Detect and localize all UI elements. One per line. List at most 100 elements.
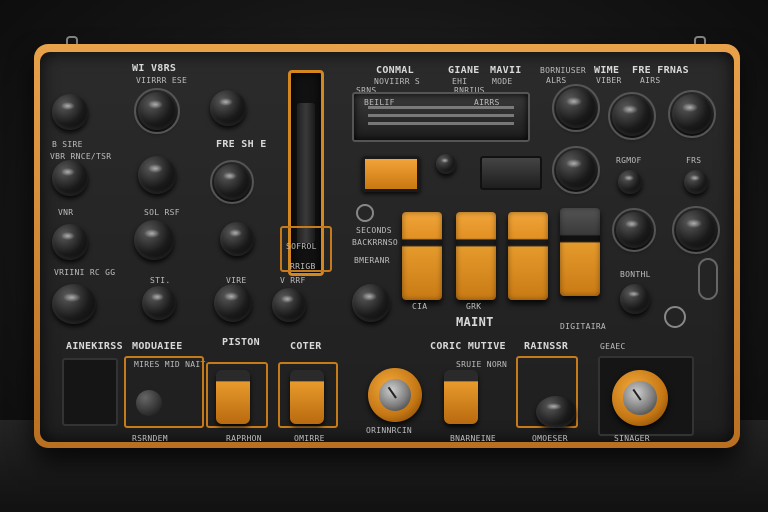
label-tl-1: WI V8RS [132,63,177,74]
knob-left-r4c4[interactable] [272,288,306,322]
label-foot-6: SINAGER [614,434,650,443]
knob-left-r3c3[interactable] [220,222,254,256]
label-bottom-2: MODUAIEE [132,341,183,352]
label-left-7: STI. [150,276,171,285]
label-pad-1: CIA [412,302,428,311]
label-top-r1: BORNIUSER [540,66,587,75]
label-bottom-6: RAINSSR [524,341,569,352]
label-left-6: VRIINI RC GG [54,268,116,277]
knob-mid-right-1[interactable] [552,146,600,194]
label-mid-l1: SECONDS [356,226,392,235]
label-pad-3: DIGITAIRA [560,322,607,331]
label-right-1: RGMOF [616,156,642,165]
knob-left-r3c1[interactable] [52,224,88,260]
label-left-3: VNR [58,208,74,217]
label-col-4: EHI [452,77,468,86]
label-pad-2: GRK [466,302,482,311]
label-tl-2: VIIRRR ESE [136,76,188,85]
label-bottom-5: CORIC MUTIVE [430,341,506,352]
label-foot-1: RSRNDEM [132,434,168,443]
label-bottom-7: GEAEC [600,342,626,351]
label-mid-1: FRE SH E [216,139,267,150]
display-line [368,122,514,125]
slider-module-4[interactable] [290,370,324,424]
bottom-module-1 [62,358,118,426]
label-bottom-3: PISTON [222,337,260,348]
knob-small-right-1[interactable] [618,170,642,194]
knob-left-r2c2[interactable] [138,156,176,194]
display-screen: BEILIF AIRRS [352,92,530,142]
label-col-6: MODE [492,77,513,86]
pad-1[interactable] [402,212,442,300]
label-right-2: FRS [686,156,702,165]
knob-right-3[interactable] [612,208,656,252]
pad-2[interactable] [456,212,496,300]
label-main-center: MAINT [456,315,494,329]
label-foot-2: RAPRHON [226,434,262,443]
label-fader-1: SOFROL [286,242,317,251]
label-bottom-1: AINEKIRSS [66,341,123,352]
label-bottom-sub2: SRUIE NORN [456,360,508,369]
bottom-module-2-frame [124,356,204,428]
slider-module-5[interactable] [444,370,478,424]
label-foot-7: ORINNRCIN [366,426,413,435]
knob-left-r1c1[interactable] [52,94,88,130]
orange-knob-right[interactable] [612,370,668,426]
label-col-3: GIANE [448,65,480,76]
label-right-3: BONTHL [620,270,651,279]
display-text-right: AIRRS [474,98,500,107]
display-line [368,114,514,117]
knob-left-r1c2[interactable] [134,88,180,134]
orange-knob-right-cap [623,381,657,415]
knob-left-r1c3[interactable] [210,90,246,126]
knob-mid-lower[interactable] [352,284,390,322]
label-foot-3: OMIRRE [294,434,325,443]
label-left-8: VIRE [226,276,247,285]
display-text-left: BEILIF [364,98,395,107]
label-left-4: SOL RSF [144,208,180,217]
knob-left-r3c2[interactable] [134,220,174,260]
knob-small-center[interactable] [436,154,456,174]
slider-module-3[interactable] [216,370,250,424]
label-mid-l3: BMERANR [354,256,390,265]
main-fader-handle[interactable] [297,103,315,243]
label-left-1: B SIRE [52,140,83,149]
label-top-r6: AIRS [640,76,661,85]
label-left-2: VBR RNCE/TSR [50,152,112,161]
dark-select-button[interactable] [480,156,542,190]
knob-module-6[interactable] [536,396,576,428]
label-top-r5: FRE FRNAS [632,65,689,76]
jack-mid-1[interactable] [356,204,374,222]
orange-select-button[interactable] [362,156,420,192]
knob-left-r4c3[interactable] [214,284,252,322]
knob-left-r2c3[interactable] [210,160,254,204]
label-foot-5: OMOESER [532,434,568,443]
knob-left-r4c2[interactable] [142,286,176,320]
label-col-5: MAVII [490,65,522,76]
cable-loop [698,258,718,300]
label-foot-4: BNARNEINE [450,434,497,443]
label-bottom-4: COTER [290,341,322,352]
pad-4[interactable] [560,208,600,296]
knob-left-r2c1[interactable] [52,160,88,196]
knob-right-4[interactable] [672,206,720,254]
label-top-r2: ALRS [546,76,567,85]
knob-right-5[interactable] [620,284,650,314]
label-col-1: CONMAL [376,65,414,76]
orange-knob-left[interactable] [368,368,422,422]
label-top-r4: VIBER [596,76,622,85]
label-fader-2: RRIGB [290,262,316,271]
label-top-r3: WIME [594,65,620,76]
toggle-module-2[interactable] [136,390,162,416]
knob-small-right-2[interactable] [684,170,708,194]
label-left-9: V RRF [280,276,306,285]
pad-3[interactable] [508,212,548,300]
label-col-2: NOVIIRR S [374,77,421,86]
knob-top-right-1[interactable] [552,84,600,132]
orange-knob-left-cap [378,378,412,412]
knob-left-r4c1[interactable] [52,284,96,324]
output-jack[interactable] [664,306,686,328]
knob-top-right-2[interactable] [608,92,656,140]
label-mid-l2: BACKRRNSO [352,238,399,247]
knob-top-right-3[interactable] [668,90,716,138]
